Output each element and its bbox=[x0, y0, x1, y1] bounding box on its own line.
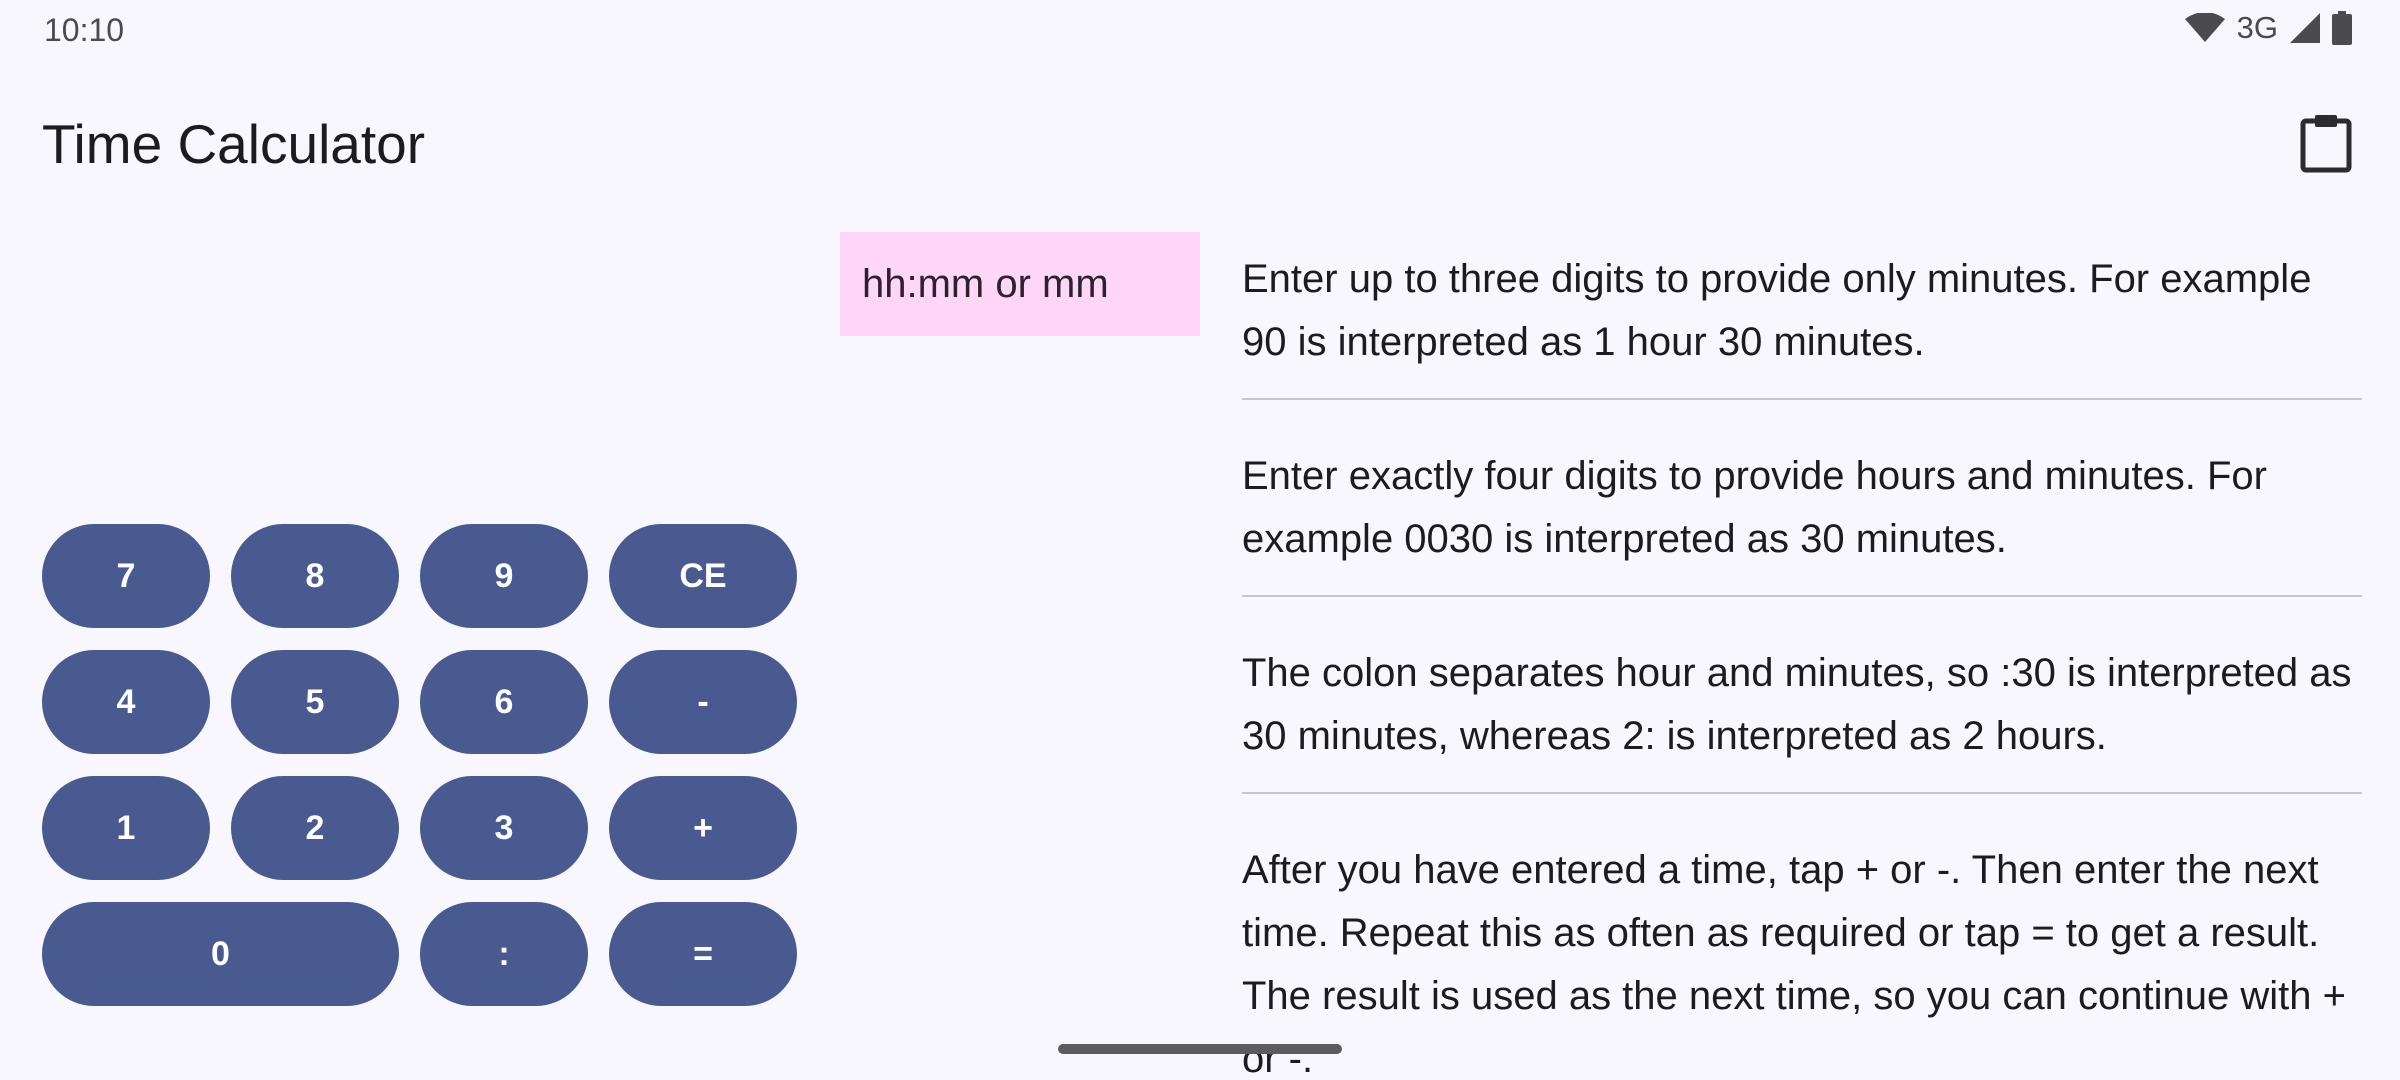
cellular-signal-icon bbox=[2290, 13, 2320, 43]
time-input[interactable] bbox=[840, 232, 1200, 336]
key-8[interactable]: 8 bbox=[231, 524, 399, 628]
wifi-icon bbox=[2184, 13, 2225, 43]
key-9[interactable]: 9 bbox=[420, 524, 588, 628]
clipboard-button[interactable] bbox=[2294, 110, 2358, 180]
key-plus[interactable]: + bbox=[609, 776, 797, 880]
key-1[interactable]: 1 bbox=[42, 776, 210, 880]
status-time: 10:10 bbox=[44, 12, 125, 48]
key-7[interactable]: 7 bbox=[42, 524, 210, 628]
help-item: The colon separates hour and minutes, so… bbox=[1242, 642, 2362, 794]
key-equals[interactable]: = bbox=[609, 902, 797, 1006]
key-clear-entry[interactable]: CE bbox=[609, 524, 797, 628]
help-item: After you have entered a time, tap + or … bbox=[1242, 848, 2346, 1080]
help-item: Enter up to three digits to provide only… bbox=[1242, 248, 2362, 400]
key-4[interactable]: 4 bbox=[42, 650, 210, 754]
key-colon[interactable]: : bbox=[420, 902, 588, 1006]
battery-icon bbox=[2332, 11, 2352, 45]
key-5[interactable]: 5 bbox=[231, 650, 399, 754]
network-type: 3G bbox=[2236, 10, 2278, 45]
status-icons: 3G bbox=[2184, 10, 2352, 46]
key-0[interactable]: 0 bbox=[42, 902, 399, 1006]
page-title: Time Calculator bbox=[42, 113, 426, 175]
key-2[interactable]: 2 bbox=[231, 776, 399, 880]
app-screen: 10:10 3G Time Calculator 7 8 9 CE 4 5 6 … bbox=[0, 0, 2400, 1080]
help-list: Enter up to three digits to provide only… bbox=[1242, 248, 2362, 1080]
key-3[interactable]: 3 bbox=[420, 776, 588, 880]
gesture-nav-handle[interactable] bbox=[1058, 1044, 1342, 1054]
key-minus[interactable]: - bbox=[609, 650, 797, 754]
help-item: Enter exactly four digits to provide hou… bbox=[1242, 445, 2362, 597]
clipboard-icon bbox=[2300, 113, 2352, 178]
key-6[interactable]: 6 bbox=[420, 650, 588, 754]
